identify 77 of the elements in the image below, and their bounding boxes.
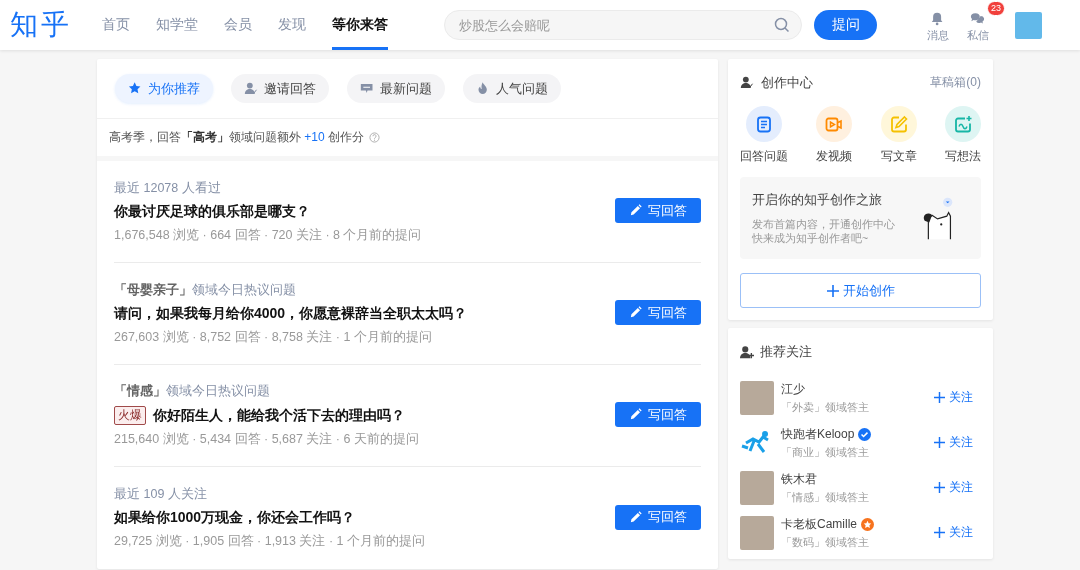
person-pen-icon	[740, 75, 755, 90]
zhihu-logo[interactable]: 知乎	[10, 6, 90, 44]
question-stats: 1,676,548 浏览 · 664 回答 · 720 关注 · 8 个月前的提问	[114, 226, 423, 244]
filter-tab[interactable]: 最新问题	[347, 74, 445, 103]
user-description: 「数码」领域答主	[781, 534, 870, 550]
avatar-photo-placeholder[interactable]	[740, 515, 774, 550]
document-icon	[755, 115, 773, 133]
nav-tab[interactable]: 等你来答	[332, 0, 388, 50]
start-creating-button[interactable]: 开始创作	[740, 273, 981, 308]
notice-text: 高考季，回答「高考」领域问题额外 +10 创作分	[109, 129, 365, 146]
question-context: 「母婴亲子」领域今日热议问题	[114, 281, 297, 299]
question-title[interactable]: 请问，如果我每月给你4000，你愿意裸辞当全职太太吗？	[114, 304, 468, 323]
plus-icon	[934, 527, 945, 538]
star-icon	[128, 81, 143, 96]
user-avatar[interactable]	[1015, 11, 1042, 39]
pencil-icon	[629, 408, 642, 421]
count-badge: 23	[987, 1, 1005, 16]
person-icon	[244, 81, 259, 96]
header-action-button[interactable]: 消息	[927, 7, 949, 43]
header-action-button[interactable]: 私信	[967, 7, 989, 43]
search-icon	[774, 17, 790, 33]
write-answer-button[interactable]: 写回答	[615, 504, 701, 530]
nav-tab[interactable]: 会员	[224, 0, 252, 50]
pencil-icon	[629, 510, 642, 524]
user-name[interactable]: 卡老板Camille	[781, 515, 857, 533]
nav-tab[interactable]: 发现	[278, 0, 306, 50]
plus-icon	[934, 482, 945, 493]
question-title[interactable]: 如果给你1000万现金，你还会工作吗？	[114, 509, 356, 527]
user-name[interactable]: 江少	[781, 380, 805, 398]
user-name[interactable]: 快跑者Keloop	[781, 425, 855, 443]
search-field[interactable]: 炒股怎么会赔呢	[444, 10, 802, 40]
promo-text: 快来成为知乎创作者吧~	[752, 231, 870, 245]
plus-icon	[934, 392, 945, 403]
filter-tab[interactable]: 人气问题	[463, 74, 561, 103]
user-description: 「外卖」领域答主	[781, 399, 870, 415]
write-answer-button[interactable]: 写回答	[615, 198, 701, 223]
creation-tool-button[interactable]: 回答问题	[740, 106, 788, 165]
user-description: 「商业」领域答主	[781, 444, 870, 460]
promo-text: 发布首篇内容，开通创作中心	[752, 217, 895, 231]
drafts-link[interactable]: 草稿箱(0)	[930, 74, 981, 91]
section-title: 推荐关注	[760, 342, 813, 361]
promo-title: 开启你的知乎创作之旅	[752, 191, 883, 209]
follow-button[interactable]: 关注	[934, 434, 973, 451]
question-context: 最近 109 人关注	[114, 486, 208, 503]
question-context: 最近 12078 人看过	[114, 179, 222, 197]
video-camera-icon	[825, 115, 844, 133]
pencil-icon	[629, 306, 642, 319]
pencil-square-icon	[889, 115, 908, 133]
question-title[interactable]: 你最讨厌足球的俱乐部是哪支？	[114, 202, 310, 221]
question-stats: 29,725 浏览 · 1,905 回答 · 1,913 关注 · 1 个月前的提问	[114, 533, 426, 550]
new-tag-icon	[360, 81, 375, 96]
section-title: 创作中心	[761, 73, 814, 92]
nav-tab[interactable]: 知学堂	[156, 0, 198, 50]
user-description: 「情感」领域答主	[781, 489, 870, 505]
person-plus-icon	[740, 344, 754, 359]
pencil-icon	[629, 204, 642, 217]
image-plus-icon	[954, 115, 972, 133]
nav-tab[interactable]: 首页	[102, 0, 130, 50]
follow-button[interactable]: 关注	[934, 389, 973, 406]
follow-button[interactable]: 关注	[934, 524, 973, 541]
write-answer-button[interactable]: 写回答	[615, 402, 701, 427]
filter-tab[interactable]: 为你推荐	[115, 74, 213, 103]
question-title[interactable]: 你好陌生人，能给我个活下去的理由吗？	[153, 406, 405, 425]
question-context: 「情感」领域今日热议问题	[114, 383, 271, 400]
question-stats: 215,640 浏览 · 5,434 回答 · 5,687 关注 · 6 天前的提问	[114, 431, 420, 448]
question-stats: 267,603 浏览 · 8,752 回答 · 8,758 关注 · 1 个月前的提问	[114, 328, 433, 346]
plus-icon	[934, 437, 945, 448]
help-icon	[369, 132, 381, 143]
avatar-photo-placeholder[interactable]	[740, 380, 774, 415]
hot-tag: 火爆	[114, 406, 146, 425]
plus-icon	[826, 284, 839, 297]
write-answer-button[interactable]: 写回答	[615, 300, 701, 325]
ask-button[interactable]: 提问	[814, 10, 877, 40]
avatar-photo-placeholder[interactable]	[740, 470, 774, 505]
follow-button[interactable]: 关注	[934, 479, 973, 496]
filter-tab[interactable]: 邀请回答	[231, 74, 329, 103]
user-name[interactable]: 铁木君	[781, 470, 817, 488]
